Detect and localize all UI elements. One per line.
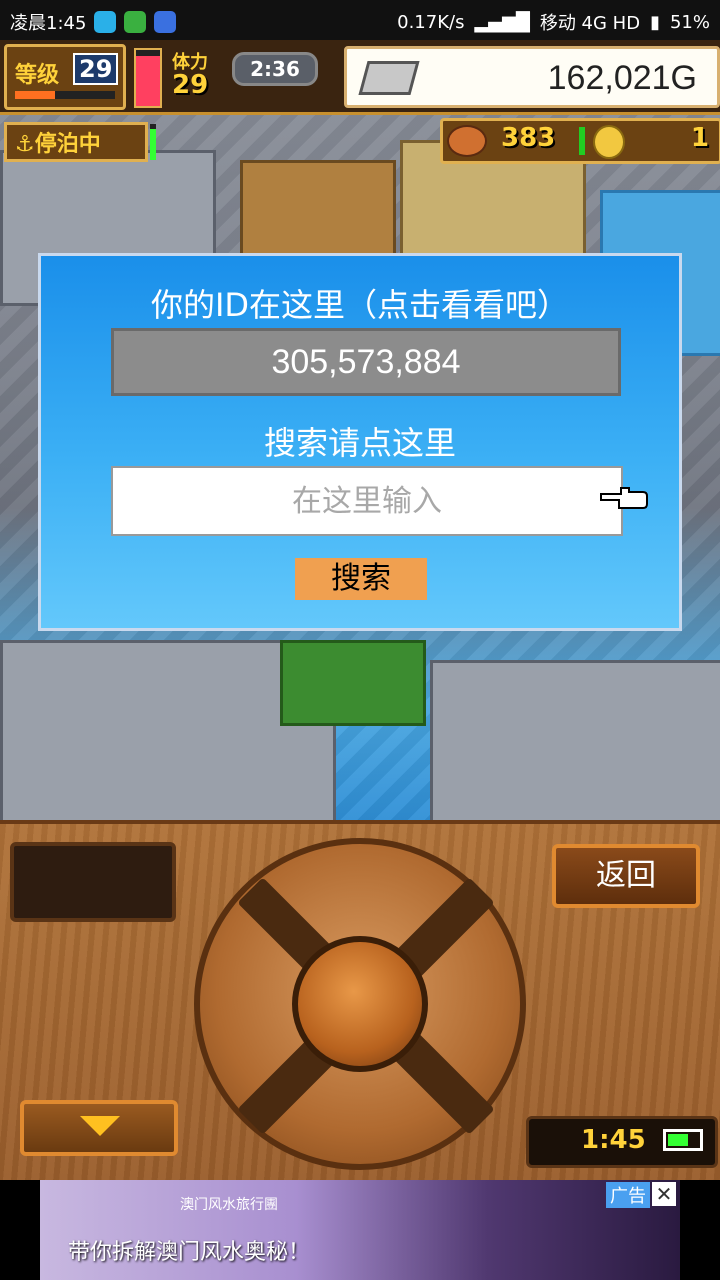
coin-icon bbox=[593, 125, 625, 159]
ad-margin-left bbox=[0, 1180, 40, 1280]
carrier-label: 移动 4G HD bbox=[539, 13, 641, 34]
id-search-dialog: 你的ID在这里（点击看看吧） 305,573,884 搜索请点这里 搜索 bbox=[38, 253, 682, 631]
resource-panel: 383 1 bbox=[440, 118, 720, 164]
ad-banner[interactable]: 澳门风水旅行團 带你拆解澳门风水奥秘！ 广告 ✕ bbox=[40, 1180, 680, 1280]
assistant-app-icon bbox=[154, 11, 177, 33]
level-progress-bar bbox=[15, 91, 115, 99]
food-icon bbox=[447, 125, 487, 157]
level-label: 等级 bbox=[15, 63, 60, 88]
level-panel: 等级 29 bbox=[4, 44, 126, 110]
item-slot[interactable] bbox=[10, 842, 176, 922]
dpad-center-button[interactable] bbox=[292, 936, 428, 1072]
status-time: 凌晨1:45 bbox=[10, 13, 87, 34]
network-speed: 0.17K/s bbox=[397, 11, 465, 33]
status-bar: 凌晨1:45 0.17K/s ▂▄▆█ 移动 4G HD ▮ 51% bbox=[0, 0, 720, 40]
back-button[interactable]: 返回 bbox=[552, 844, 700, 908]
mooring-label: 停泊中 bbox=[34, 132, 101, 157]
level-value: 29 bbox=[73, 53, 119, 85]
battery-icon: ▮ bbox=[650, 11, 660, 33]
game-time: 1:45 bbox=[581, 1125, 646, 1155]
ad-tag: 广告 bbox=[606, 1182, 650, 1208]
dpad[interactable] bbox=[194, 838, 526, 1170]
gold-value: 162,021G bbox=[547, 59, 697, 97]
pointing-hand-icon bbox=[600, 487, 648, 509]
food-value: 383 bbox=[501, 123, 556, 153]
search-button[interactable]: 搜索 bbox=[295, 558, 427, 600]
stamina-clock: 2:36 bbox=[232, 52, 318, 86]
ad-margin-right bbox=[680, 1180, 720, 1280]
battery-indicator-icon bbox=[663, 1129, 703, 1151]
stamina-panel: 体力 29 2:36 bbox=[168, 46, 318, 106]
anchor-icon: ⚓ bbox=[15, 132, 35, 157]
hp-gauge bbox=[134, 48, 162, 108]
stone-wall-right bbox=[430, 660, 720, 826]
close-icon[interactable]: ✕ bbox=[652, 1182, 676, 1206]
taptap-app-icon bbox=[94, 11, 117, 33]
arrow-down-icon bbox=[80, 1116, 120, 1136]
player-id-box[interactable]: 305,573,884 bbox=[111, 328, 621, 396]
mooring-status[interactable]: ⚓停泊中 bbox=[4, 122, 148, 162]
controller-panel: 返回 1:45 bbox=[0, 820, 720, 1184]
battery-percent: 51% bbox=[669, 11, 710, 33]
stamina-value: 29 bbox=[172, 70, 209, 100]
garden-plot bbox=[280, 640, 426, 726]
food-bar bbox=[579, 127, 585, 155]
ad-brand: 澳门风水旅行團 bbox=[180, 1197, 278, 1213]
game-clock: 1:45 bbox=[526, 1116, 718, 1168]
dialog-title: 你的ID在这里（点击看看吧） bbox=[150, 286, 570, 324]
search-input[interactable] bbox=[111, 466, 623, 536]
gold-panel: 162,021G bbox=[344, 46, 720, 108]
signal-icon: ▂▄▆█ bbox=[474, 11, 530, 33]
leaf-app-icon bbox=[124, 11, 147, 33]
coin-value: 1 bbox=[690, 123, 709, 153]
ad-text: 带你拆解澳门风水奥秘！ bbox=[68, 1240, 311, 1265]
menu-toggle-button[interactable] bbox=[20, 1100, 178, 1156]
silver-bar-icon bbox=[358, 61, 420, 95]
search-label: 搜索请点这里 bbox=[263, 424, 456, 462]
mooring-bar bbox=[150, 124, 156, 160]
house-building bbox=[240, 160, 396, 256]
